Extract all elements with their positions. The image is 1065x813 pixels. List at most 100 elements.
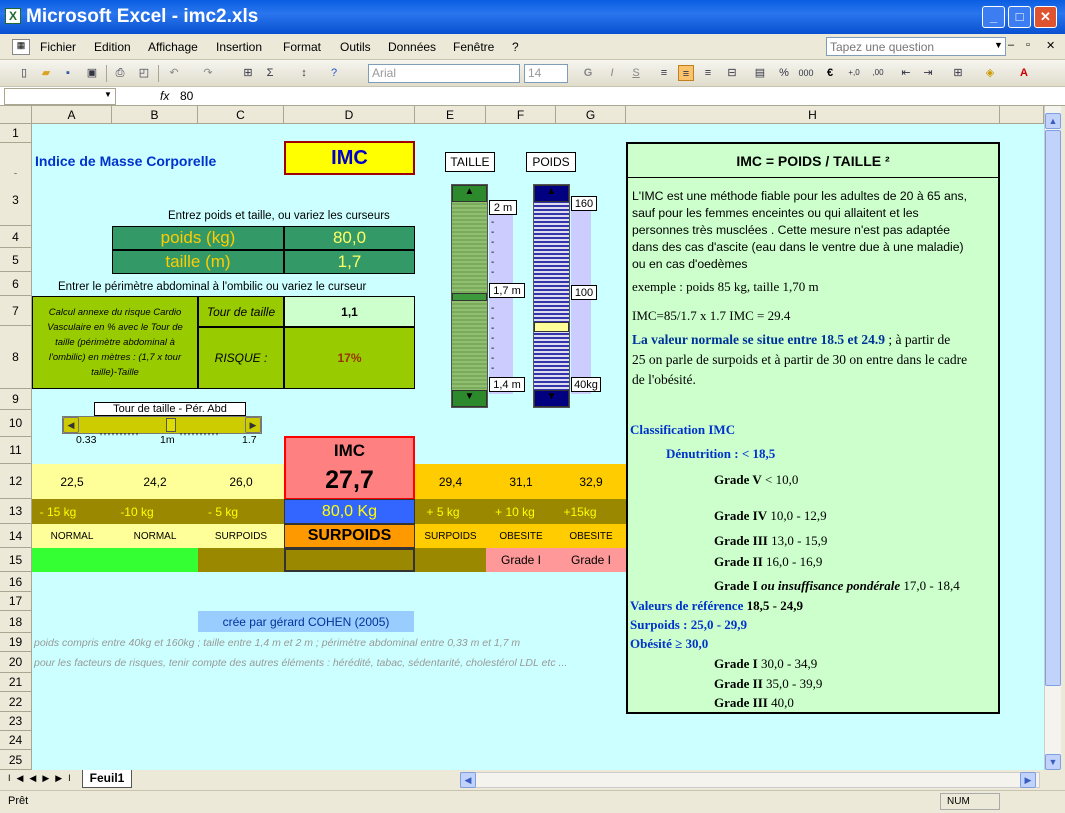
worksheet[interactable]: A B C D E F G H 1 2 3 4 5 6 7 8 9 10 11 …	[0, 106, 1044, 770]
question-dropdown-icon[interactable]: ▼	[994, 40, 1003, 50]
scroll-up-icon[interactable]: ▲	[1045, 113, 1061, 129]
select-all-corner[interactable]	[0, 106, 32, 124]
row-header-19[interactable]: 19	[0, 633, 32, 652]
row-header-15[interactable]: 15	[0, 548, 32, 572]
doc-restore-icon[interactable]: ▫	[1026, 39, 1030, 51]
row-header-9[interactable]: 9	[0, 389, 32, 410]
maximize-button[interactable]: □	[1008, 6, 1031, 28]
new-icon[interactable]: ▯	[16, 65, 32, 81]
bold-button[interactable]: G	[580, 65, 596, 81]
insert-hyperlink-icon[interactable]: ⊞	[240, 65, 256, 81]
row-header-18[interactable]: 18	[0, 611, 32, 633]
font-name-select[interactable]: Arial	[368, 64, 520, 83]
align-right-icon[interactable]: ≡	[700, 65, 716, 81]
workbook-icon[interactable]: ▦	[12, 39, 30, 55]
menu-format[interactable]: Format	[283, 40, 321, 54]
tab-feuil1[interactable]: Feuil1	[82, 770, 132, 788]
increase-decimal-icon[interactable]: +,0	[846, 65, 862, 81]
col-header-h[interactable]: H	[626, 106, 1000, 124]
row-header-22[interactable]: 22	[0, 692, 32, 712]
menu-edition[interactable]: Edition	[94, 40, 131, 54]
print-preview-icon[interactable]: ◰	[136, 65, 152, 81]
horizontal-scrollbar[interactable]	[460, 772, 1040, 788]
tour-taille-slider[interactable]: ◀ ▶	[62, 416, 262, 434]
menu-donnees[interactable]: Données	[388, 40, 436, 54]
percent-icon[interactable]: %	[776, 65, 792, 81]
borders-icon[interactable]: ⊞	[950, 65, 966, 81]
poids-down-arrow-icon[interactable]: ▼	[534, 390, 569, 407]
tour-value[interactable]: 1,1	[284, 296, 415, 327]
taille-up-arrow-icon[interactable]: ▲	[452, 185, 487, 202]
row-header-16[interactable]: 16	[0, 572, 32, 592]
menu-fenetre[interactable]: Fenêtre	[453, 40, 494, 54]
col-header-e[interactable]: E	[415, 106, 486, 124]
decrease-decimal-icon[interactable]: ,00	[870, 65, 886, 81]
decrease-indent-icon[interactable]: ⇤	[898, 65, 914, 81]
doc-close-icon[interactable]: ✕	[1046, 39, 1055, 52]
doc-minimize-icon[interactable]: –	[1008, 39, 1014, 51]
row-header-14[interactable]: 14	[0, 524, 32, 548]
col-header-g[interactable]: G	[556, 106, 626, 124]
align-left-icon[interactable]: ≡	[656, 65, 672, 81]
row-header-23[interactable]: 23	[0, 712, 32, 731]
row-header-8[interactable]: 8	[0, 326, 32, 389]
row-header-20[interactable]: 20	[0, 652, 32, 673]
italic-button[interactable]: I	[604, 65, 620, 81]
row-header-17[interactable]: 17	[0, 592, 32, 611]
poids-input[interactable]: 80,0	[284, 226, 415, 250]
autosum-icon[interactable]: Σ	[262, 65, 278, 81]
menu-outils[interactable]: Outils	[340, 40, 371, 54]
row-header-12[interactable]: 12	[0, 464, 32, 499]
row-header-21[interactable]: 21	[0, 673, 32, 692]
underline-button[interactable]: S	[628, 65, 644, 81]
row-header-25[interactable]: 25	[0, 750, 32, 770]
taille-slider-thumb[interactable]	[452, 293, 487, 301]
menu-help[interactable]: ?	[512, 40, 519, 54]
row-header-7[interactable]: 7	[0, 296, 32, 326]
imc-header-cell[interactable]: IMC	[284, 141, 415, 175]
scroll-thumb[interactable]	[1045, 130, 1061, 686]
col-header-c[interactable]: C	[198, 106, 284, 124]
col-header-d[interactable]: D	[284, 106, 415, 124]
redo-icon[interactable]: ↷	[200, 65, 216, 81]
font-size-select[interactable]: 14	[524, 64, 568, 83]
menu-affichage[interactable]: Affichage	[148, 40, 198, 54]
euro-icon[interactable]: €	[822, 65, 838, 81]
help-icon[interactable]: ?	[326, 65, 342, 81]
increase-indent-icon[interactable]: ⇥	[920, 65, 936, 81]
col-header-i[interactable]	[1000, 106, 1044, 124]
menu-insertion[interactable]: Insertion	[216, 40, 262, 54]
taille-input[interactable]: 1,7	[284, 250, 415, 274]
taille-down-arrow-icon[interactable]: ▼	[452, 390, 487, 407]
save-icon[interactable]: ▪	[60, 65, 76, 81]
col-header-f[interactable]: F	[486, 106, 556, 124]
col-header-b[interactable]: B	[112, 106, 198, 124]
scroll-left-icon[interactable]: ◀	[460, 772, 476, 788]
close-button[interactable]: ✕	[1034, 6, 1057, 28]
thousands-icon[interactable]: 000	[798, 65, 814, 81]
question-input[interactable]: Tapez une question	[826, 37, 1006, 56]
align-center-icon[interactable]: ≡	[678, 65, 694, 81]
currency-icon[interactable]: ▤	[752, 65, 768, 81]
minimize-button[interactable]: _	[982, 6, 1005, 28]
poids-slider[interactable]: ▲ ▼	[533, 184, 570, 408]
row-header-6[interactable]: 6	[0, 272, 32, 296]
selected-cell-d15[interactable]	[284, 548, 415, 572]
fill-color-icon[interactable]: ◈	[982, 65, 998, 81]
row-header-13[interactable]: 13	[0, 499, 32, 524]
permission-icon[interactable]: ▣	[84, 65, 100, 81]
font-color-icon[interactable]: A	[1016, 65, 1032, 81]
poids-up-arrow-icon[interactable]: ▲	[534, 185, 569, 202]
row-header-5[interactable]: 5	[0, 248, 32, 272]
row-header-4[interactable]: 4	[0, 226, 32, 248]
col-header-a[interactable]: A	[32, 106, 112, 124]
undo-icon[interactable]: ↶	[166, 65, 182, 81]
row-header-24[interactable]: 24	[0, 731, 32, 750]
formula-input[interactable]: 80	[180, 89, 193, 103]
menu-fichier[interactable]: Fichier	[40, 40, 76, 54]
poids-slider-thumb[interactable]	[534, 322, 569, 333]
print-icon[interactable]: ⎙	[112, 65, 128, 81]
scroll-down-icon[interactable]: ▼	[1045, 754, 1061, 770]
slider-left-arrow-icon[interactable]: ◀	[63, 417, 79, 433]
open-icon[interactable]: ▰	[38, 65, 54, 81]
